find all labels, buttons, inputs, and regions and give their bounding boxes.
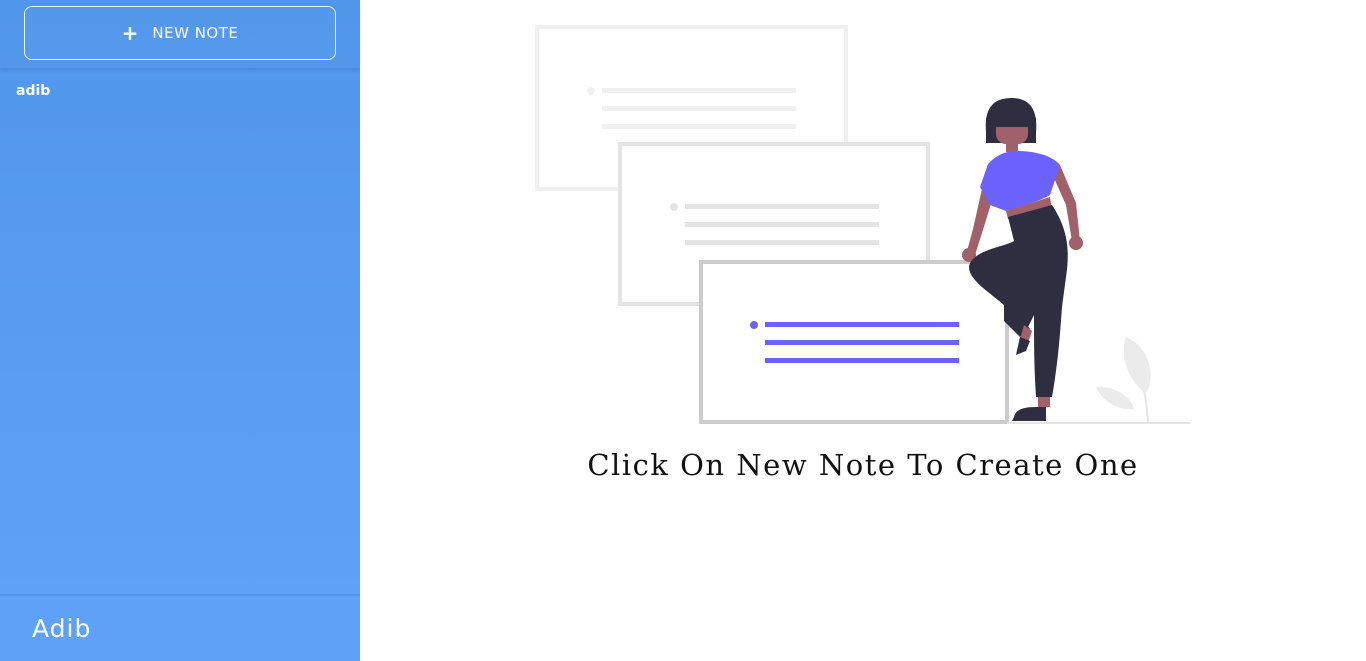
user-name: Adib — [32, 614, 92, 643]
empty-notes-illustration — [535, 25, 1190, 424]
empty-state-message: Click On New Note To Create One — [587, 448, 1139, 482]
sidebar-footer: Adib — [0, 594, 360, 661]
note-list: adib — [0, 80, 360, 102]
sidebar: + NEW NOTE adib Adib — [0, 0, 360, 661]
note-card-front — [699, 260, 1009, 424]
sidebar-header: + NEW NOTE — [0, 0, 360, 68]
plus-icon: + — [121, 21, 139, 45]
new-note-label: NEW NOTE — [152, 24, 239, 42]
note-list-item[interactable]: adib — [0, 80, 360, 102]
plant-decoration — [1096, 337, 1151, 423]
new-note-button[interactable]: + NEW NOTE — [24, 6, 336, 60]
